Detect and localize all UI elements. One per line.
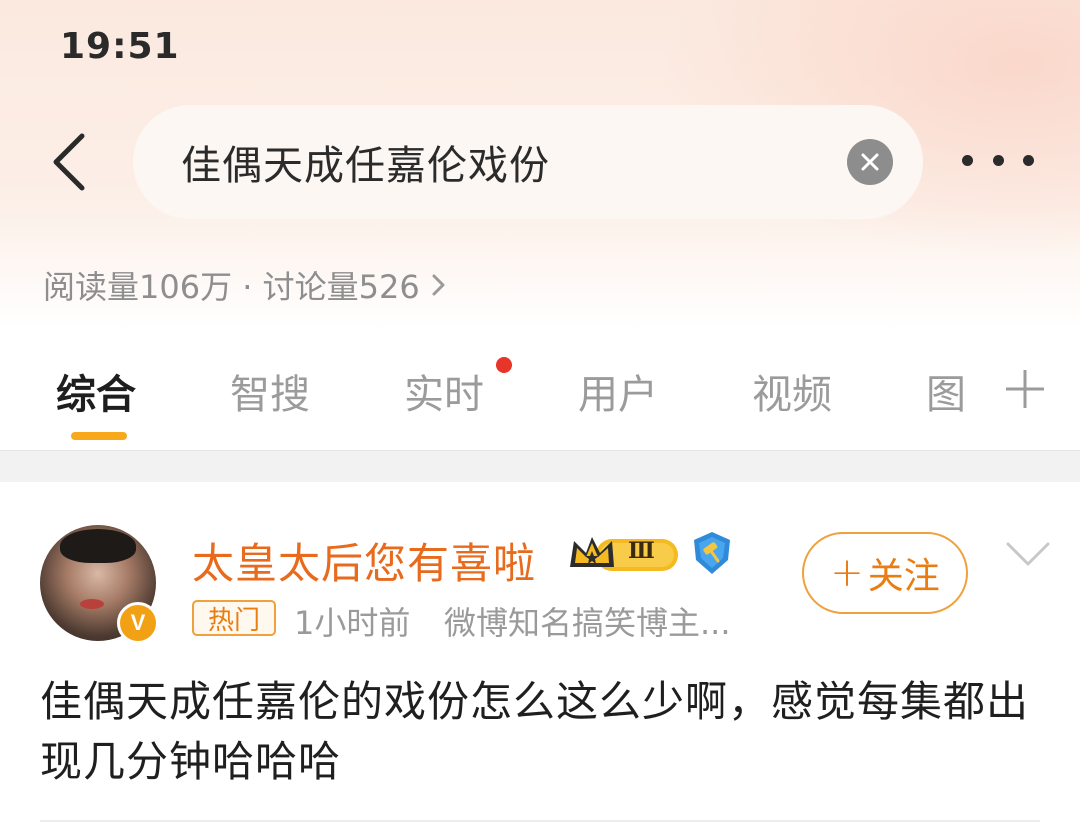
tab-video[interactable]: 视频	[752, 362, 832, 420]
post-username[interactable]: 太皇太后您有喜啦	[192, 530, 536, 591]
tab-images[interactable]: 图	[926, 362, 966, 420]
chevron-left-icon	[53, 133, 85, 191]
tab-comprehensive[interactable]: 综合	[56, 362, 136, 420]
more-options-button[interactable]	[962, 140, 1034, 180]
chevron-down-icon	[1006, 542, 1050, 566]
plus-icon	[1006, 370, 1044, 408]
status-bar-time: 19:51	[60, 26, 180, 67]
author-description: 微博知名搞笑博主...	[444, 604, 731, 642]
member-level-badge[interactable]: Ⅲ	[566, 531, 682, 577]
more-dot	[992, 154, 1004, 166]
tab-users[interactable]: 用户	[578, 362, 658, 420]
blue-verified-badge	[690, 530, 734, 576]
active-tab-indicator	[71, 432, 127, 440]
post-body-text: 佳偶天成任嘉伦的戏份怎么这么少啊，感觉每集都出现几分钟哈哈哈	[40, 677, 1030, 786]
search-input[interactable]: 佳偶天成任嘉伦戏份	[133, 105, 923, 219]
tab-realtime[interactable]: 实时	[404, 362, 484, 420]
chevron-right-icon	[432, 274, 445, 296]
follow-label: 关注	[867, 556, 940, 597]
more-dot	[1023, 154, 1034, 166]
back-button[interactable]	[40, 130, 96, 194]
member-level-text: Ⅲ	[628, 538, 655, 564]
follow-button[interactable]: + 关注	[802, 532, 968, 614]
topic-stats-text: 阅读量106万 · 讨论量526	[43, 268, 420, 306]
hot-tag: 热门	[192, 600, 276, 636]
crown-icon	[570, 537, 678, 571]
search-query-text: 佳偶天成任嘉伦戏份	[181, 143, 550, 189]
post-time: 1小时前	[294, 604, 411, 642]
tab-smart-search[interactable]: 智搜	[230, 362, 310, 420]
post-menu-button[interactable]	[1004, 538, 1052, 570]
verified-v-badge: V	[117, 602, 159, 644]
topic-stats-link[interactable]: 阅读量106万 · 讨论量526	[43, 262, 448, 308]
add-tab-button[interactable]	[1000, 364, 1050, 414]
tab-bar: 综合 智搜 实时 用户 视频 图	[0, 340, 1080, 450]
blue-verified-icon	[694, 532, 730, 574]
section-divider	[0, 450, 1080, 482]
close-icon	[861, 153, 879, 171]
more-dot	[962, 154, 973, 166]
follow-plus-icon: +	[830, 550, 864, 596]
post-bottom-divider	[40, 820, 1040, 822]
realtime-notification-dot	[496, 357, 512, 373]
clear-search-button[interactable]	[847, 139, 893, 185]
